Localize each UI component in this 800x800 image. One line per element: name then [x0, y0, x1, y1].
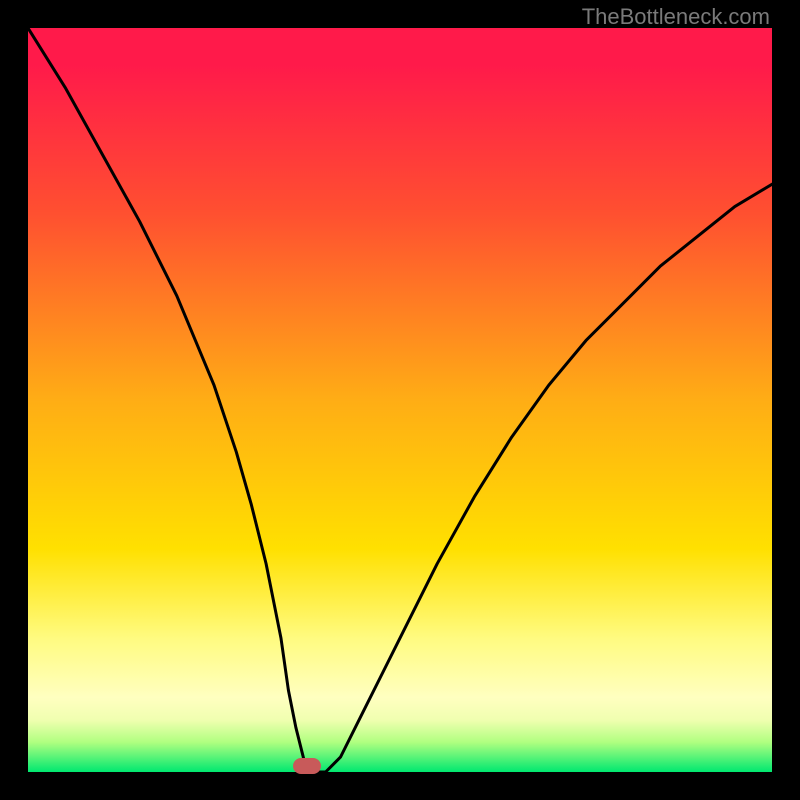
attribution-text: TheBottleneck.com	[582, 4, 770, 30]
minimum-marker	[293, 758, 321, 774]
bottleneck-curve	[28, 28, 772, 772]
chart-plot-area	[28, 28, 772, 772]
